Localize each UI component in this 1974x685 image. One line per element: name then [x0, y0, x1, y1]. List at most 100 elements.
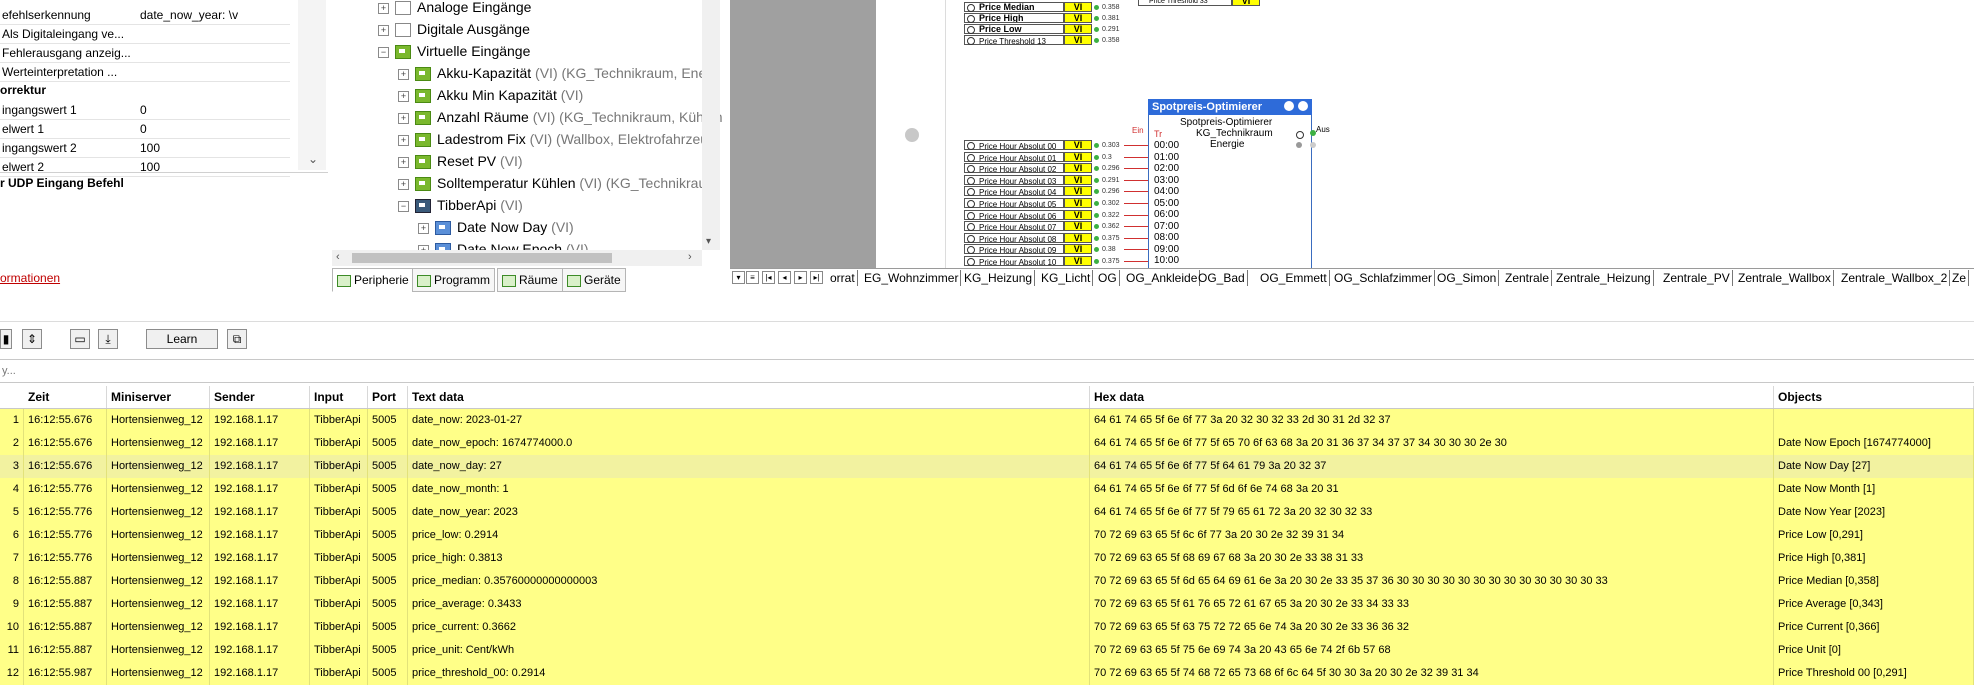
info-icon[interactable]	[1298, 101, 1308, 111]
tree-item[interactable]: + Date Now Day (VI)	[418, 216, 574, 238]
page-tab[interactable]: OG_Emmett	[1258, 270, 1330, 286]
expand-icon[interactable]: +	[398, 134, 409, 146]
page-tab[interactable]: EG_Wohnzimmer	[862, 270, 962, 286]
tree-item[interactable]: − TibberApi (VI)	[398, 194, 523, 216]
property-row[interactable]: Werteinterpretation ...	[0, 63, 296, 81]
table-row[interactable]: 9 16:12:55.887 Hortensienweg_12 192.168.1.1…	[0, 593, 1974, 616]
property-row[interactable]: efehlserkennung date_now_year: \v	[0, 6, 296, 24]
virtual-input-block[interactable]: Price Hour Absolut 00 VI 0.303	[964, 140, 1164, 151]
chevron-down-icon[interactable]: ⌄	[308, 152, 318, 166]
property-value[interactable]: 0	[140, 120, 290, 138]
property-value[interactable]: 100	[140, 139, 290, 157]
virtual-input-block[interactable]: Price Hour Absolut 07 VI 0.362	[964, 221, 1164, 232]
property-row[interactable]: Fehlerausgang anzeig...	[0, 44, 296, 62]
page-tab[interactable]: OG_Simon	[1435, 270, 1500, 286]
output-pin-icon[interactable]	[1094, 143, 1099, 148]
property-value[interactable]: date_now_year: \v	[140, 6, 290, 24]
properties-scrollbar[interactable]	[298, 0, 326, 170]
output-pin-icon[interactable]	[1296, 131, 1304, 139]
table-row[interactable]: 1 16:12:55.676 Hortensienweg_12 192.168.1.1…	[0, 409, 1974, 432]
last-page-icon[interactable]: ▸|	[810, 271, 823, 284]
spotpreis-optimierer-header[interactable]: Spotpreis-Optimierer	[1148, 99, 1312, 115]
output-pin-icon[interactable]	[1094, 224, 1099, 230]
output-pin-icon[interactable]	[1094, 201, 1099, 206]
page-tab[interactable]: OG	[1096, 270, 1120, 286]
page-tab[interactable]: Zentrale_Wallbox	[1736, 270, 1834, 286]
column-header[interactable]: Hex data	[1090, 386, 1774, 408]
external-window-icon[interactable]: ⧉	[227, 329, 247, 349]
property-row[interactable]: elwert 1 0	[0, 120, 296, 138]
output-pin-icon[interactable]	[1094, 16, 1099, 21]
virtual-input-block[interactable]: Price Hour Absolut 04 VI 0.296	[964, 186, 1164, 197]
tab-räume[interactable]: Räume	[497, 268, 563, 292]
page-tab[interactable]: OG_Ankleide	[1124, 270, 1201, 286]
tree-item[interactable]: + Digitale Ausgänge	[378, 18, 530, 40]
settings-icon[interactable]	[1284, 101, 1294, 111]
table-row[interactable]: 4 16:12:55.776 Hortensienweg_12 192.168.1.1…	[0, 478, 1974, 501]
expand-icon[interactable]: +	[398, 178, 409, 190]
virtual-input-block[interactable]: Price Median VI 0.358	[964, 2, 1164, 13]
collapse-icon[interactable]: −	[398, 200, 409, 212]
filter-input[interactable]: y...	[0, 359, 1974, 383]
scroll-down-icon[interactable]: ▾	[706, 236, 711, 247]
table-row[interactable]: 3 16:12:55.676 Hortensienweg_12 192.168.1.1…	[0, 455, 1974, 478]
prev-page-icon[interactable]: ◂	[778, 271, 791, 284]
output-pin-icon[interactable]	[1094, 38, 1099, 43]
property-row[interactable]: ingangswert 2 100	[0, 139, 296, 157]
expand-icon[interactable]: +	[398, 68, 409, 80]
output-pin-icon[interactable]	[1094, 247, 1099, 253]
table-row[interactable]: 6 16:12:55.776 Hortensienweg_12 192.168.1.1…	[0, 524, 1974, 547]
tree-item[interactable]: + Akku Min Kapazität (VI)	[398, 84, 583, 106]
scroll-left-icon[interactable]: ‹	[336, 251, 340, 263]
column-header[interactable]: Sender	[210, 386, 310, 408]
property-row[interactable]: elwert 2 100	[0, 158, 296, 176]
tree-item[interactable]: + Analoge Eingänge	[378, 0, 531, 18]
tree-item[interactable]: + Ladestrom Fix (VI) (Wallbox, Elektrofah…	[398, 128, 720, 150]
tree-item[interactable]: + Solltemperatur Kühlen (VI) (KG_Technikr…	[398, 172, 718, 194]
page-tab[interactable]: Zentrale	[1503, 270, 1553, 286]
delete-icon[interactable]: ▮	[0, 329, 12, 349]
tree-item[interactable]: + Akku-Kapazität (VI) (KG_Technikraum, En…	[398, 62, 719, 84]
connector-handle-icon[interactable]	[905, 128, 919, 142]
first-page-icon[interactable]: |◂	[762, 271, 775, 284]
output-pin-icon[interactable]	[1094, 212, 1099, 218]
page-tab[interactable]: Zentrale_PV	[1661, 270, 1733, 286]
page-tab[interactable]: Ze	[1950, 270, 1970, 286]
column-header[interactable]: Zeit	[24, 386, 107, 408]
property-value[interactable]: 100	[140, 158, 290, 176]
page-tab[interactable]: Zentrale_Heizung	[1554, 270, 1654, 286]
threshold-block[interactable]: Price Threshold 33 VI	[1138, 0, 1268, 8]
column-header[interactable]: Miniserver	[107, 386, 210, 408]
column-header[interactable]: Port	[368, 386, 408, 408]
output-pin-icon[interactable]	[1094, 166, 1099, 172]
collapse-icon[interactable]: −	[378, 46, 389, 58]
property-row[interactable]: ingangswert 1 0	[0, 101, 296, 119]
virtual-input-block[interactable]: Price Hour Absolut 06 VI 0.322	[964, 209, 1164, 221]
output-pin-icon[interactable]	[1094, 189, 1099, 195]
page-tab[interactable]: OG_Bad	[1196, 270, 1248, 286]
output-pin-icon[interactable]	[1296, 142, 1302, 148]
output-pin-icon[interactable]	[1094, 259, 1099, 264]
output-pin-icon[interactable]	[1094, 27, 1099, 32]
tree-item[interactable]: − Virtuelle Eingänge	[378, 40, 530, 62]
tree-scroll-thumb[interactable]	[352, 253, 612, 263]
learn-button[interactable]: Learn	[146, 329, 218, 349]
tree-item[interactable]: + Reset PV (VI)	[398, 150, 523, 172]
page-tab[interactable]: OG_Schlafzimmer	[1332, 270, 1436, 286]
table-row[interactable]: 2 16:12:55.676 Hortensienweg_12 192.168.1.1…	[0, 432, 1974, 455]
next-page-icon[interactable]: ▸	[794, 271, 807, 284]
virtual-input-block[interactable]: Price Low VI 0.291	[964, 24, 1164, 35]
output-pin-icon[interactable]	[1310, 130, 1316, 136]
virtual-input-block[interactable]: Price Hour Absolut 02 VI 0.296	[964, 163, 1164, 174]
output-pin-icon[interactable]	[1094, 154, 1099, 160]
virtual-input-block[interactable]: Price High VI 0.381	[964, 13, 1164, 24]
open-folder-icon[interactable]: ▭	[70, 329, 90, 349]
dropdown-icon[interactable]: ▾	[732, 271, 745, 284]
virtual-input-block[interactable]: Price Hour Absolut 01 VI 0.3	[964, 151, 1164, 163]
output-pin-icon[interactable]	[1094, 235, 1099, 241]
scroll-right-icon[interactable]: ›	[688, 251, 692, 263]
virtual-input-block[interactable]: Price Hour Absolut 05 VI 0.302	[964, 198, 1164, 209]
page-list-icon[interactable]: ≡	[746, 271, 759, 284]
table-row[interactable]: 12 16:12:55.987 Hortensienweg_12 192.168.1.…	[0, 662, 1974, 685]
table-row[interactable]: 7 16:12:55.776 Hortensienweg_12 192.168.1.1…	[0, 547, 1974, 570]
